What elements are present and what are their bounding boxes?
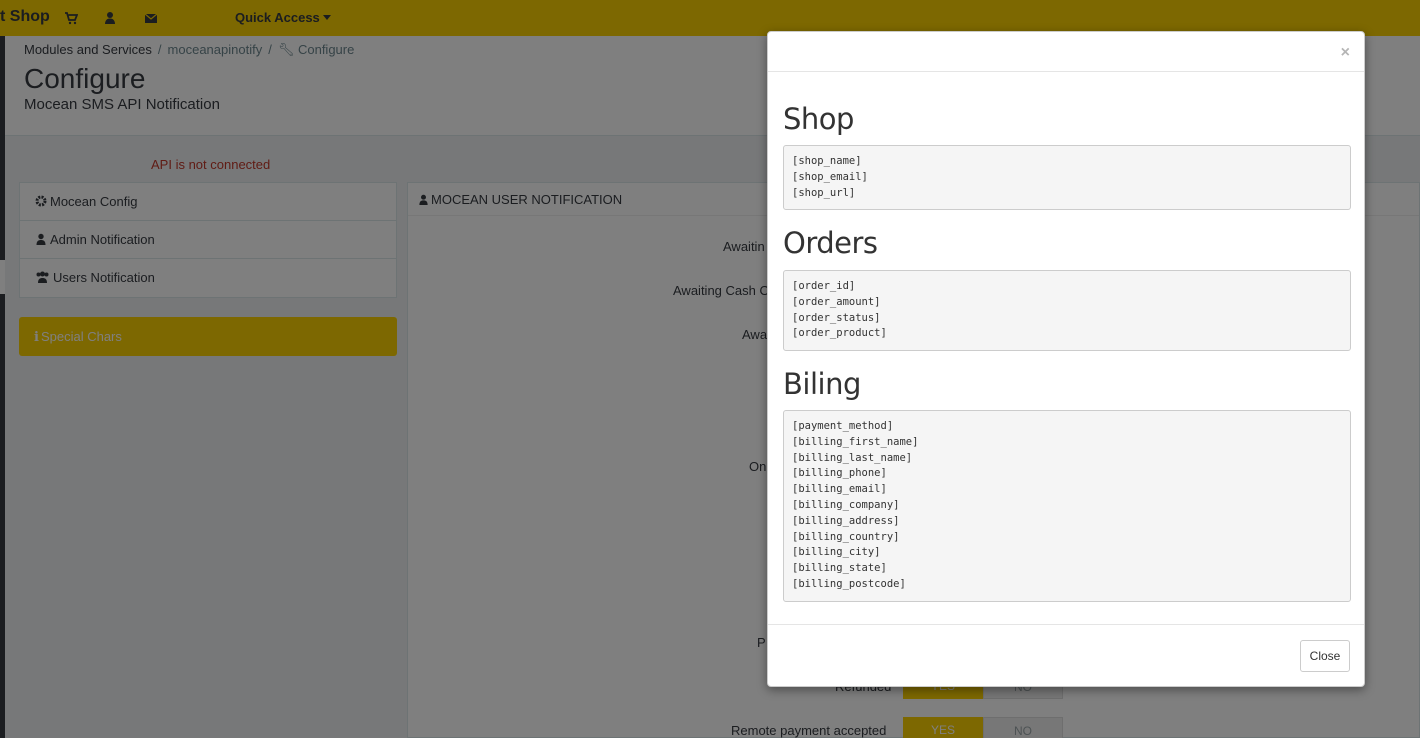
section-title-shop: Shop: [783, 102, 854, 136]
close-icon[interactable]: ×: [1341, 44, 1350, 62]
code-line: [billing_company]: [792, 498, 900, 511]
code-line: [billing_phone]: [792, 467, 887, 480]
code-line: [billing_email]: [792, 483, 887, 496]
section-title-biling: Biling: [783, 367, 861, 401]
modal-footer: Close: [768, 624, 1364, 686]
code-line: [billing_address]: [792, 514, 900, 527]
special-chars-modal: × Shop [shop_name] [shop_email] [shop_ur…: [767, 31, 1365, 687]
code-line: [billing_last_name]: [792, 451, 913, 464]
code-line: [order_id]: [792, 280, 856, 292]
code-line: [billing_country]: [792, 530, 900, 543]
codebox-shop: [shop_name] [shop_email] [shop_url]: [783, 145, 1351, 211]
code-line: [shop_name]: [792, 155, 862, 167]
codebox-biling: [payment_method] [billing_first_name] [b…: [783, 410, 1351, 602]
code-line: [shop_email]: [792, 170, 868, 183]
code-line: [payment_method]: [792, 420, 894, 432]
code-line: [billing_city]: [792, 546, 881, 559]
code-line: [billing_first_name]: [792, 435, 919, 448]
codebox-orders: [order_id] [order_amount] [order_status]…: [783, 270, 1351, 352]
code-line: [order_product]: [792, 327, 887, 340]
section-title-orders: Orders: [783, 226, 878, 260]
close-button[interactable]: Close: [1300, 640, 1350, 672]
code-line: [shop_url]: [792, 186, 856, 199]
code-line: [order_status]: [792, 311, 881, 324]
code-line: [billing_postcode]: [792, 577, 906, 590]
modal-header: ×: [768, 32, 1364, 72]
code-line: [order_amount]: [792, 295, 881, 308]
code-line: [billing_state]: [792, 562, 887, 575]
